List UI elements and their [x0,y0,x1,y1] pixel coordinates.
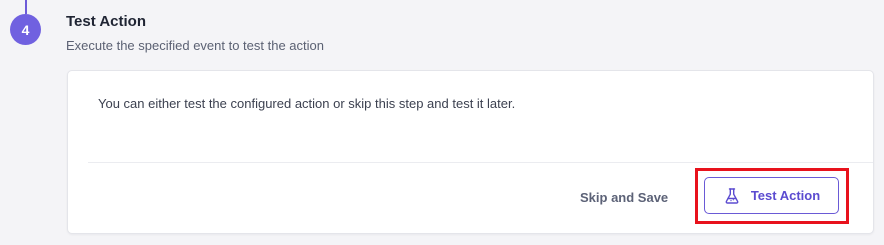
test-action-label: Test Action [750,188,821,203]
step-subtitle: Execute the specified event to test the … [66,38,324,53]
card-divider [88,162,873,163]
skip-and-save-label: Skip and Save [580,189,669,205]
step-number-badge: 4 [10,14,41,45]
timeline-connector [25,0,27,14]
flask-icon [723,187,741,205]
step-title: Test Action [66,13,147,30]
test-action-card: You can either test the configured actio… [67,70,874,234]
skip-and-save-button[interactable]: Skip and Save [572,179,676,215]
card-message: You can either test the configured actio… [98,96,516,111]
test-action-button[interactable]: Test Action [704,177,839,214]
